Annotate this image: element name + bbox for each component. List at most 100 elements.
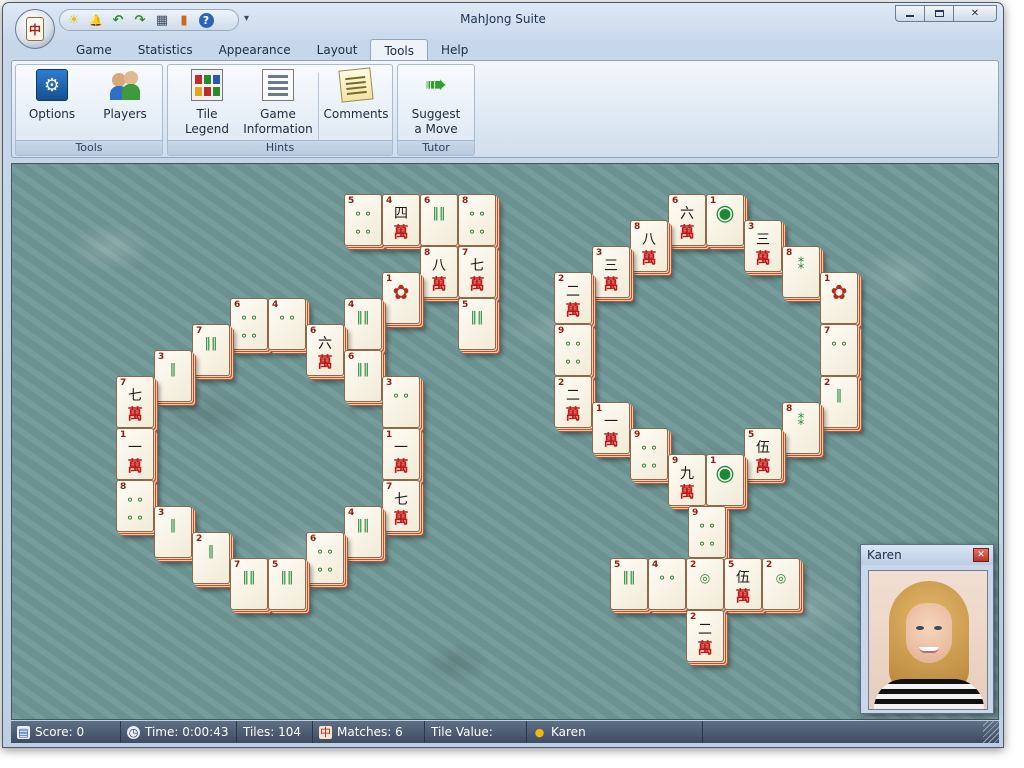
group-label-tutor: Tutor (398, 140, 474, 155)
mahjong-tile[interactable]: 2 ‖ (820, 376, 858, 428)
tile-face-icon: ⚬⚬ ⚬⚬ (696, 519, 718, 551)
resize-grip[interactable] (983, 721, 999, 743)
mahjong-tile[interactable]: 1一萬 (592, 402, 630, 454)
mahjong-tile[interactable]: 6六萬 (306, 324, 344, 376)
tile-face-icon: ‖ (169, 362, 177, 377)
mahjong-tile[interactable]: 2 ◎ (686, 558, 724, 610)
mahjong-tile[interactable]: 6 ⚬⚬ ⚬⚬ (230, 298, 268, 350)
tab-help[interactable]: Help (428, 39, 481, 61)
mahjong-tile[interactable]: 2 ‖ (192, 532, 230, 584)
mahjong-tile[interactable]: 6 ‖‖ (420, 194, 458, 246)
app-window: 中 ☀ 🔔 ↶ ↷ ▦ ▮ ? ▾ MahJong Suite ✕ Game S… (2, 2, 1004, 748)
mahjong-tile[interactable]: 9九萬 (668, 454, 706, 506)
mahjong-tile[interactable]: 5 ‖‖ (268, 558, 306, 610)
mahjong-tile[interactable]: 7七萬 (382, 480, 420, 532)
score-text: Score: 0 (35, 725, 85, 739)
mahjong-tile[interactable]: 3三萬 (592, 246, 630, 298)
mahjong-tile[interactable]: 8 ⚬⚬ ⚬⚬ (116, 480, 154, 532)
status-bar: ▤ Score: 0 ◷ Time: 0:00:43 Tiles: 104 中 … (11, 721, 999, 743)
ribbon-group-hints: Tile Legend Game Information Comments Hi… (167, 64, 393, 156)
close-button[interactable]: ✕ (953, 5, 997, 22)
game-information-button[interactable]: Game Information (240, 67, 316, 137)
tile-face-icon: ⁑ (797, 258, 805, 273)
player-text: Karen (551, 725, 586, 739)
mahjong-tile[interactable]: 6六萬 (668, 194, 706, 246)
mahjong-tile[interactable]: 9 ⚬⚬ ⚬⚬ (630, 428, 668, 480)
ribbon-panel: ⚙ Options Players Tools Tile Legend Game… (11, 60, 999, 158)
mahjong-tile[interactable]: 2二萬 (554, 272, 592, 324)
mahjong-tile[interactable]: 4 ‖‖ (344, 298, 382, 350)
players-button[interactable]: Players (94, 67, 156, 122)
game-board[interactable]: 5 ⚬⚬ ⚬⚬ 4 四萬 6 ‖‖ 8 ⚬⚬ ⚬⚬ 8 八萬 7 七萬 1 ✿ 5 ‖‖ 6 ⚬⚬ ⚬⚬ 4 ⚬⚬ 4 ‖… (11, 163, 999, 720)
mahjong-tile[interactable]: 1 ◉ (706, 454, 744, 506)
tile-face-icon: 七萬 (469, 258, 485, 293)
tile-face-icon: ⚬⚬ ⚬⚬ (638, 441, 660, 473)
mahjong-tile[interactable]: 6 ‖‖ (344, 350, 382, 402)
mahjong-tile[interactable]: 7 ⚬⚬ (820, 324, 858, 376)
mahjong-tile[interactable]: 8八萬 (420, 246, 458, 298)
maximize-button[interactable] (924, 5, 954, 22)
status-score: ▤ Score: 0 (11, 721, 121, 743)
suggest-move-button[interactable]: ➠ Suggest a Move (402, 67, 470, 137)
mahjong-tile[interactable]: 4 ⚬⚬ (648, 558, 686, 610)
mahjong-tile[interactable]: 5 ⚬⚬ ⚬⚬ (344, 194, 382, 246)
comments-button[interactable]: Comments (322, 67, 390, 122)
mahjong-tile[interactable]: 7七萬 (458, 246, 496, 298)
mahjong-tile[interactable]: 2二萬 (554, 376, 592, 428)
mahjong-tile[interactable]: 9 ⚬⚬ ⚬⚬ (554, 324, 592, 376)
players-icon (109, 69, 141, 101)
tile-face-icon: 伍萬 (755, 440, 771, 475)
mahjong-tile[interactable]: 5伍萬 (744, 428, 782, 480)
mahjong-tile[interactable]: 2 ◎ (762, 558, 800, 610)
tile-face-icon: ◎ (775, 571, 787, 585)
tile-face-icon: 一萬 (603, 414, 619, 449)
mahjong-tile[interactable]: 7七萬 (116, 376, 154, 428)
mahjong-tile[interactable]: 8 ⁑ (782, 246, 820, 298)
tile-icon: 中 (319, 725, 332, 739)
mahjong-tile[interactable]: 5 ‖‖ (458, 298, 496, 350)
tab-tools[interactable]: Tools (370, 39, 429, 61)
mahjong-tile[interactable]: 1一萬 (382, 428, 420, 480)
options-button[interactable]: ⚙ Options (22, 67, 82, 122)
tile-face-icon: ‖ (169, 518, 177, 533)
mahjong-tile[interactable]: 1 ✿ (820, 272, 858, 324)
mahjong-tile[interactable]: 8 ⁑ (782, 402, 820, 454)
mahjong-tile[interactable]: 2二萬 (686, 610, 724, 662)
mahjong-tile[interactable]: 1一萬 (116, 428, 154, 480)
mahjong-tile[interactable]: 5伍萬 (724, 558, 762, 610)
gear-icon: ⚙ (36, 69, 68, 101)
mahjong-tile[interactable]: 1 ◉ (706, 194, 744, 246)
tile-face-icon: 七萬 (127, 388, 143, 423)
mahjong-tile[interactable]: 8 ⚬⚬ ⚬⚬ (458, 194, 496, 246)
matches-text: Matches: 6 (337, 725, 403, 739)
mahjong-tile[interactable]: 7 ‖‖ (230, 558, 268, 610)
mahjong-tile[interactable]: 4 ⚬⚬ (268, 298, 306, 350)
mahjong-tile[interactable]: 9 ⚬⚬ ⚬⚬ (688, 506, 726, 558)
tile-legend-button[interactable]: Tile Legend (172, 67, 242, 137)
minimize-button[interactable] (895, 5, 925, 22)
tab-appearance[interactable]: Appearance (206, 39, 304, 61)
mahjong-tile[interactable]: 8八萬 (630, 220, 668, 272)
mahjong-tile[interactable]: 6 ⚬⚬ ⚬⚬ (306, 532, 344, 584)
comments-label: Comments (323, 107, 389, 121)
ribbon-tabs: Game Statistics Appearance Layout Tools … (63, 39, 481, 61)
mahjong-tile[interactable]: 3 ⚬⚬ (382, 376, 420, 428)
mahjong-tile[interactable]: 7 ‖‖ (192, 324, 230, 376)
mahjong-tile[interactable]: 3 ‖ (154, 506, 192, 558)
mahjong-tile[interactable]: 3 ‖ (154, 350, 192, 402)
tile-legend-label: Tile Legend (184, 107, 230, 136)
tab-statistics[interactable]: Statistics (125, 39, 206, 61)
opponent-close-button[interactable]: ✕ (973, 548, 989, 562)
mahjong-tile[interactable]: 4 ‖‖ (344, 506, 382, 558)
mahjong-tile[interactable]: 4四萬 (382, 194, 420, 246)
tab-game[interactable]: Game (63, 39, 125, 61)
opponent-panel: Karen ✕ (860, 544, 994, 714)
mahjong-tile[interactable]: 3三萬 (744, 220, 782, 272)
time-text: Time: 0:00:43 (145, 725, 229, 739)
app-menu-button[interactable]: 中 (15, 9, 55, 49)
mahjong-tile[interactable]: 1 ✿ (382, 272, 420, 324)
maximize-icon (934, 10, 944, 17)
tab-layout[interactable]: Layout (304, 39, 371, 61)
mahjong-tile[interactable]: 5 ‖‖ (610, 558, 648, 610)
tile-face-icon: 七萬 (393, 492, 409, 527)
